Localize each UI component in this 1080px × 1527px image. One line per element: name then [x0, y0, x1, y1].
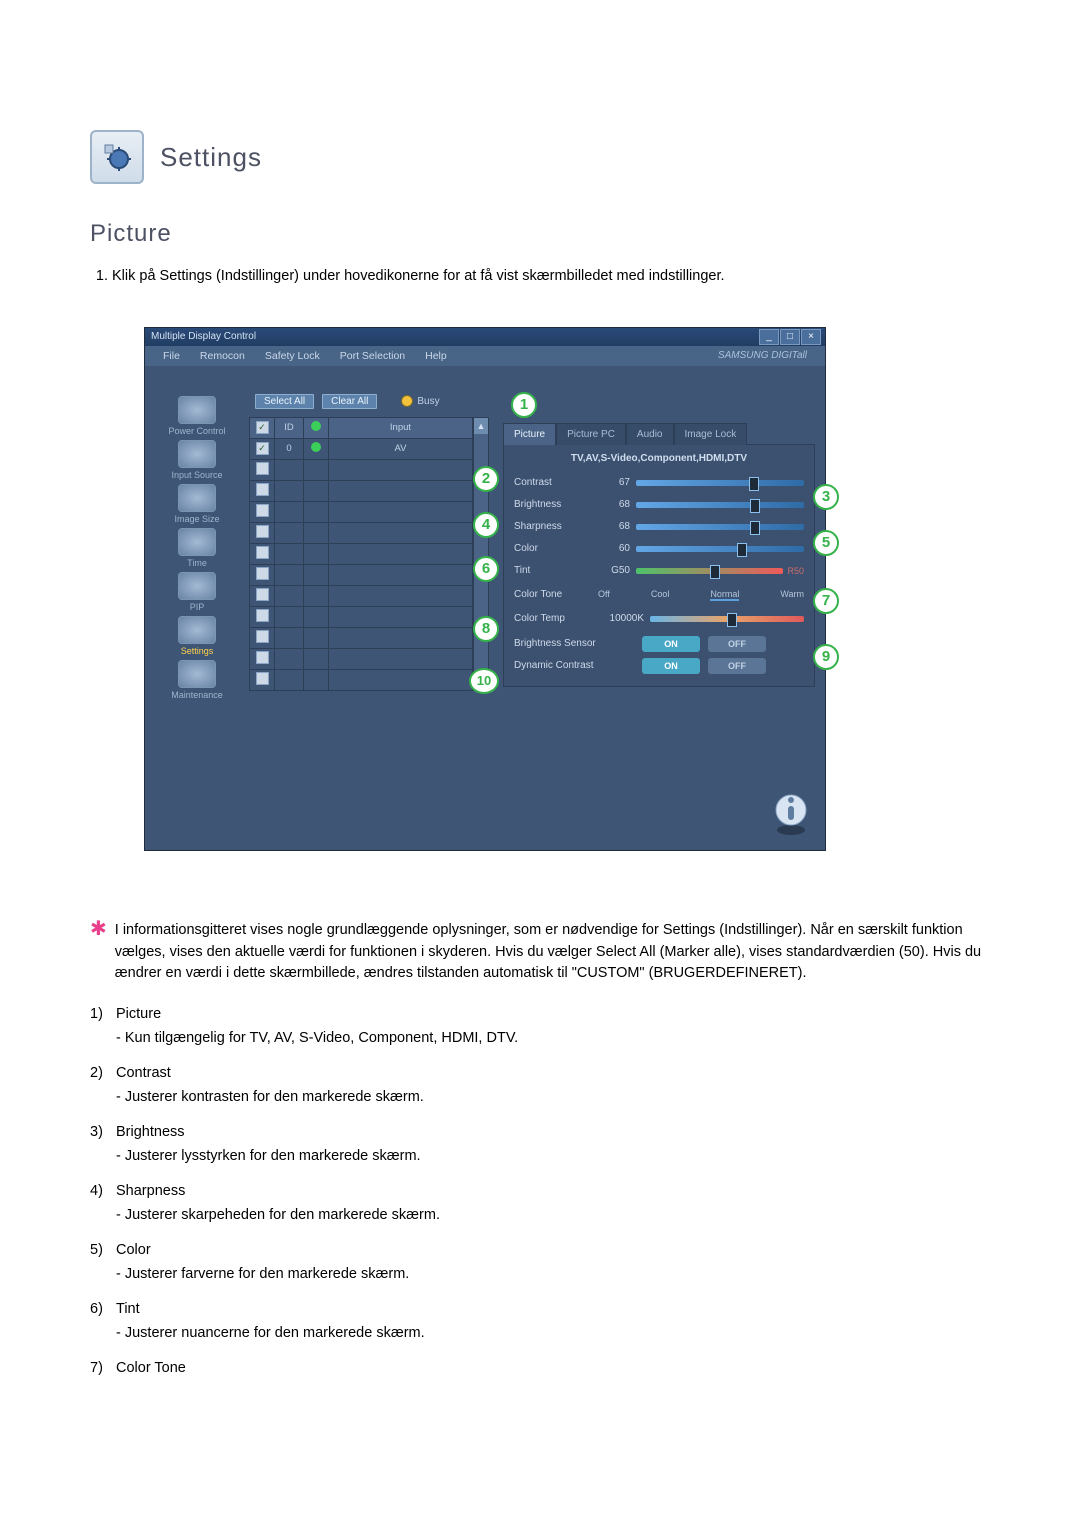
table-row[interactable] — [250, 564, 473, 585]
brightness-sensor-row: Brightness Sensor ON OFF — [514, 636, 804, 652]
menu-bar: File Remocon Safety Lock Port Selection … — [145, 346, 825, 366]
color-slider[interactable] — [636, 546, 804, 552]
sidebar-item-pip[interactable]: PIP — [157, 572, 237, 612]
table-row[interactable] — [250, 669, 473, 690]
page-title: Settings — [160, 142, 262, 173]
dynamic-contrast-off[interactable]: OFF — [708, 658, 766, 674]
tint-slider[interactable] — [636, 568, 783, 574]
tab-picture[interactable]: Picture — [503, 423, 556, 445]
callout-4: 4 — [473, 512, 499, 538]
table-row[interactable] — [250, 585, 473, 606]
sidebar-item-input-source[interactable]: Input Source — [157, 440, 237, 480]
star-icon: ✱ — [90, 919, 107, 985]
color-tone-row: Color Tone Off Cool Normal Warm — [514, 582, 804, 608]
description-list: 1)Picture- Kun tilgængelig for TV, AV, S… — [90, 1003, 990, 1389]
brightness-row: Brightness 68 — [514, 494, 804, 516]
callout-5: 5 — [813, 530, 839, 556]
close-button[interactable]: × — [801, 329, 821, 345]
minimize-button[interactable]: _ — [759, 329, 779, 345]
menu-safety-lock[interactable]: Safety Lock — [255, 350, 330, 362]
table-row[interactable] — [250, 480, 473, 501]
busy-indicator: Busy — [401, 395, 439, 407]
brightness-sensor-off[interactable]: OFF — [708, 636, 766, 652]
status-header-icon — [311, 421, 321, 431]
status-dot-icon — [311, 442, 321, 452]
scroll-up-icon[interactable]: ▲ — [474, 418, 488, 434]
table-row[interactable] — [250, 627, 473, 648]
header-checkbox[interactable] — [256, 421, 269, 434]
col-id: ID — [275, 417, 304, 438]
row-checkbox[interactable] — [256, 442, 269, 455]
tab-picture-pc[interactable]: Picture PC — [556, 423, 626, 445]
window-title: Multiple Display Control — [151, 331, 256, 342]
color-temp-slider[interactable] — [650, 616, 804, 622]
callout-10: 10 — [469, 668, 499, 694]
callout-7: 7 — [813, 588, 839, 614]
callout-1: 1 — [511, 392, 537, 418]
source-mode-label: TV,AV,S-Video,Component,HDMI,DTV — [514, 453, 804, 464]
app-window: Multiple Display Control _ □ × File Remo… — [145, 328, 825, 850]
sidebar: Power Control Input Source Image Size Ti… — [145, 366, 249, 850]
contrast-slider[interactable] — [636, 480, 804, 486]
section-heading: Picture — [90, 220, 990, 248]
col-input: Input — [329, 417, 473, 438]
select-all-button[interactable]: Select All — [255, 394, 314, 409]
callout-2: 2 — [473, 466, 499, 492]
tab-audio[interactable]: Audio — [626, 423, 674, 445]
sharpness-row: Sharpness 68 — [514, 516, 804, 538]
menu-port-selection[interactable]: Port Selection — [330, 350, 415, 362]
info-note: I informationsgitteret vises nogle grund… — [115, 920, 990, 985]
brightness-slider[interactable] — [636, 502, 804, 508]
table-row[interactable] — [250, 606, 473, 627]
tab-image-lock[interactable]: Image Lock — [674, 423, 748, 445]
dynamic-contrast-row: Dynamic Contrast ON OFF — [514, 658, 804, 674]
intro-step: Klik på Settings (Indstillinger) under h… — [112, 266, 990, 288]
info-icon — [773, 792, 809, 836]
sidebar-item-image-size[interactable]: Image Size — [157, 484, 237, 524]
table-row[interactable] — [250, 459, 473, 480]
sidebar-item-power-control[interactable]: Power Control — [157, 396, 237, 436]
callout-6: 6 — [473, 556, 499, 582]
grid-scrollbar[interactable]: ▲ ▼ — [473, 417, 489, 691]
sidebar-item-settings[interactable]: Settings — [157, 616, 237, 656]
menu-remocon[interactable]: Remocon — [190, 350, 255, 362]
table-row[interactable] — [250, 522, 473, 543]
callout-3: 3 — [813, 484, 839, 510]
sharpness-slider[interactable] — [636, 524, 804, 530]
brightness-sensor-on[interactable]: ON — [642, 636, 700, 652]
clear-all-button[interactable]: Clear All — [322, 394, 377, 409]
table-row[interactable] — [250, 648, 473, 669]
menu-file[interactable]: File — [153, 350, 190, 362]
settings-section-icon — [90, 130, 144, 184]
callout-8: 8 — [473, 616, 499, 642]
maximize-button[interactable]: □ — [780, 329, 800, 345]
sidebar-item-time[interactable]: Time — [157, 528, 237, 568]
contrast-row: Contrast 67 — [514, 472, 804, 494]
menu-help[interactable]: Help — [415, 350, 457, 362]
brand-label: SAMSUNG DIGITall — [708, 350, 817, 361]
dynamic-contrast-on[interactable]: ON — [642, 658, 700, 674]
color-tone-options[interactable]: Off Cool Normal Warm — [598, 589, 804, 601]
display-grid: ID Input 0 AV — [249, 417, 473, 691]
table-row[interactable] — [250, 543, 473, 564]
color-temp-row: Color Temp 10000K — [514, 608, 804, 630]
table-row[interactable]: 0 AV — [250, 438, 473, 459]
sidebar-item-maintenance[interactable]: Maintenance — [157, 660, 237, 700]
color-row: Color 60 — [514, 538, 804, 560]
table-row[interactable] — [250, 501, 473, 522]
callout-9: 9 — [813, 644, 839, 670]
tint-row: Tint G50 R50 — [514, 560, 804, 582]
